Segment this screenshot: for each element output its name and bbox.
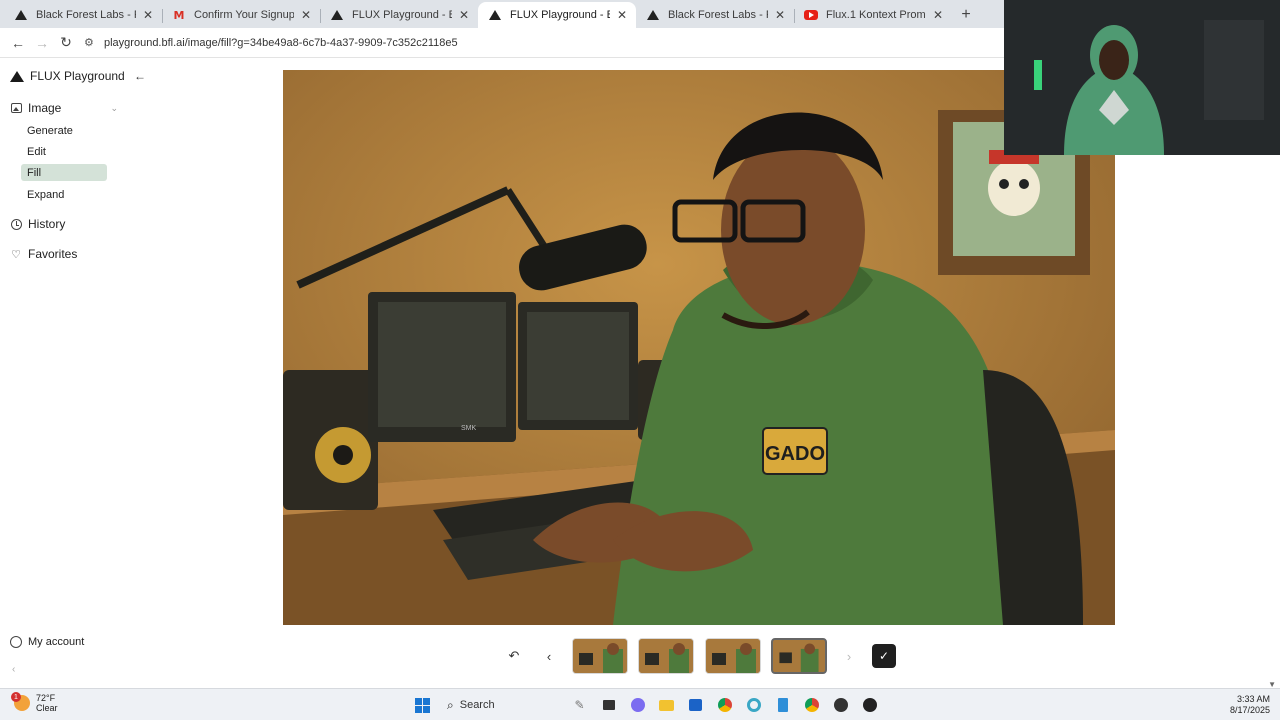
chevron-down-icon: ⌄: [110, 102, 118, 113]
tab-title: Flux.1 Kontext Prompting Guide: [826, 9, 926, 21]
bfl-logo-icon: [488, 8, 502, 22]
generated-image[interactable]: SMK GADO: [283, 70, 1115, 625]
tab-title: FLUX Playground - Black Forest: [510, 9, 610, 21]
thumbnail-preview: [573, 639, 627, 673]
clock-icon: [10, 218, 22, 230]
windows-taskbar: 1 72°F Clear ⌕ Search ✎ 3:33 AM 8/17/202…: [0, 688, 1280, 720]
chevron-right-icon[interactable]: ›: [838, 645, 860, 667]
store-icon[interactable]: [685, 694, 707, 716]
site-settings-icon[interactable]: ⚙: [84, 36, 100, 49]
thumbnail-preview: [639, 639, 693, 673]
close-tab-icon[interactable]: ✕: [614, 7, 630, 23]
new-tab-button[interactable]: +: [952, 2, 980, 28]
pendant-text: GADO: [765, 443, 825, 465]
webcam-overlay: [1004, 0, 1280, 155]
brand[interactable]: FLUX Playground: [10, 69, 125, 83]
gmail-icon: M: [173, 8, 185, 22]
chevron-left-icon[interactable]: ‹: [538, 645, 560, 667]
search-label: Search: [459, 699, 495, 711]
clock-date: 8/17/2025: [1229, 705, 1270, 715]
browser-tab[interactable]: Black Forest Labs - Frontier AI L ✕: [636, 2, 794, 28]
gallery-thumbnail[interactable]: [572, 638, 628, 674]
weather-sun-icon: 1: [11, 692, 30, 711]
task-view-icon[interactable]: [598, 694, 620, 716]
image-icon: [10, 102, 22, 114]
address-bar[interactable]: ⚙ playground.bfl.ai/image/fill?g=34be49a…: [84, 31, 999, 55]
weather-widget[interactable]: 1 72°F Clear: [11, 692, 58, 713]
media-player-icon[interactable]: [859, 694, 881, 716]
tab-title: Black Forest Labs - Frontier AI L: [36, 9, 136, 21]
sidebar-item-fill[interactable]: Fill: [21, 164, 107, 181]
webcam-feed: [1004, 0, 1280, 155]
tab-title: Confirm Your Signup - anspubli: [194, 9, 294, 21]
tab-title: Black Forest Labs - Frontier AI L: [668, 9, 768, 21]
sidebar: FLUX Playground ← Image ⌄ Generate Edit …: [0, 58, 150, 688]
sidebar-section-label: Image: [28, 101, 62, 115]
file-explorer-icon[interactable]: [656, 694, 678, 716]
brand-name: FLUX Playground: [30, 69, 125, 83]
close-tab-icon[interactable]: ✕: [298, 7, 314, 23]
notification-badge: 1: [11, 692, 21, 702]
edge-icon[interactable]: [743, 694, 765, 716]
url-text: playground.bfl.ai/image/fill?g=34be49a8-…: [104, 36, 458, 49]
weather-desc: Clear: [36, 703, 58, 713]
sidebar-item-generate[interactable]: Generate: [21, 122, 107, 139]
gallery-thumbnail[interactable]: [705, 638, 761, 674]
close-tab-icon[interactable]: ✕: [930, 7, 946, 23]
notepad-icon[interactable]: [772, 694, 794, 716]
browser-tab[interactable]: FLUX Playground - Black Forest ✕: [320, 2, 478, 28]
thumbnail-preview: [774, 640, 824, 672]
taskbar-search[interactable]: ⌕ Search: [441, 694, 561, 716]
sidebar-item-favorites[interactable]: ♡ Favorites: [10, 247, 118, 261]
youtube-icon: [804, 8, 818, 22]
widgets-icon[interactable]: ✎: [569, 694, 591, 716]
close-tab-icon[interactable]: ✕: [456, 7, 472, 23]
sidebar-item-label: Favorites: [28, 247, 78, 261]
chrome-profile-icon[interactable]: [801, 694, 823, 716]
taskbar-apps: ⌕ Search ✎: [408, 693, 884, 717]
copilot-icon[interactable]: [627, 694, 649, 716]
search-icon: ⌕: [447, 697, 454, 712]
browser-tab[interactable]: Flux.1 Kontext Prompting Guide ✕: [794, 2, 952, 28]
image-illustration: SMK GADO: [283, 70, 1115, 625]
sidebar-item-edit[interactable]: Edit: [21, 143, 107, 160]
weather-temp: 72°F: [36, 693, 56, 703]
windows-start-icon[interactable]: [412, 694, 434, 716]
thumbnail-preview: [706, 639, 760, 673]
sidebar-item-expand[interactable]: Expand: [21, 186, 107, 203]
tab-title: FLUX Playground - Black Forest: [352, 9, 452, 21]
bfl-logo-icon: [14, 8, 28, 22]
confirm-button[interactable]: ✓: [872, 644, 896, 668]
bfl-logo-icon: [646, 8, 660, 22]
browser-tab[interactable]: Black Forest Labs - Frontier AI L ✕: [4, 2, 162, 28]
system-clock[interactable]: 3:33 AM 8/17/2025: [1230, 694, 1270, 716]
close-tab-icon[interactable]: ✕: [772, 7, 788, 23]
browser-tab[interactable]: M Confirm Your Signup - anspubli ✕: [162, 2, 320, 28]
close-tab-icon[interactable]: ✕: [140, 7, 156, 23]
browser-tab-active[interactable]: FLUX Playground - Black Forest ✕: [478, 2, 636, 28]
obs-icon[interactable]: [830, 694, 852, 716]
bfl-logo-icon: [10, 70, 24, 82]
gallery-thumbnail[interactable]: [638, 638, 694, 674]
chrome-icon[interactable]: [714, 694, 736, 716]
collapse-sidebar-icon[interactable]: ←: [132, 68, 148, 84]
reload-icon[interactable]: ↻: [54, 31, 78, 55]
sidebar-item-label: History: [28, 217, 66, 231]
sidebar-item-history[interactable]: History: [10, 217, 118, 231]
heart-icon: ♡: [11, 248, 21, 261]
clock-time: 3:33 AM: [1236, 694, 1270, 704]
monitor-brand-text: SMK: [461, 425, 477, 432]
gallery-thumbnail-selected[interactable]: [771, 638, 827, 674]
bfl-logo-icon: [330, 8, 344, 22]
gallery-controls: ↶ ‹ › ✓ ▼: [0, 636, 1280, 689]
back-arrow-icon[interactable]: ←: [6, 31, 30, 55]
sidebar-section-image[interactable]: Image ⌄: [10, 101, 118, 115]
undo-icon[interactable]: ↶: [503, 645, 525, 667]
forward-arrow-icon[interactable]: →: [30, 31, 54, 55]
